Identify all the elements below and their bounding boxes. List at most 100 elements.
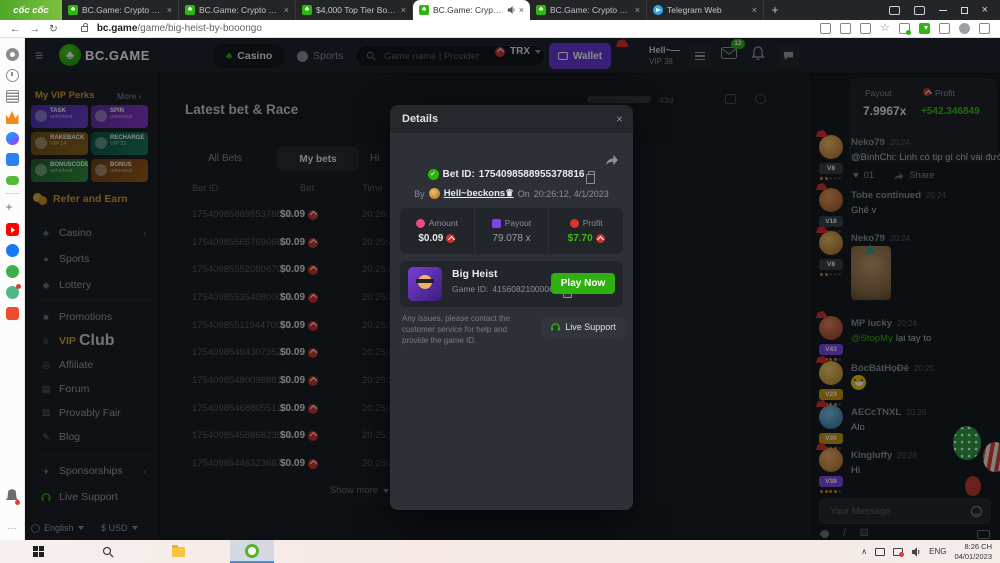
bet-timestamp: 20:26:12, 4/1/2023 [533,188,609,199]
file-explorer-button[interactable] [156,540,200,563]
modal-header: Details × [390,105,633,133]
windows-taskbar: ∧ ENG 8:26 CH 04/01/2023 [0,540,1000,563]
live-support-button[interactable]: Live Support [541,317,625,337]
snapshot-icon[interactable] [888,5,900,15]
browser-tab-4-active[interactable]: ♣ BC.Game: Crypto Casino × [413,0,530,20]
on-label: On [517,188,530,199]
display-icon[interactable] [875,547,886,556]
player-name[interactable]: Hell~beckons♛ [444,188,514,199]
shopping-cart-icon[interactable] [5,307,19,320]
tab-close-icon[interactable]: × [167,5,172,15]
modal-body: ✓ Bet ID: 1754098588955378816 By Hell~be… [390,133,633,510]
browser-tab-bar: cốc cốc ♣ BC.Game: Crypto Casino Gan × ♣… [0,0,1000,20]
telegram-favicon [653,5,663,15]
bcgame-favicon: ♣ [68,5,78,15]
hidden-icons-caret[interactable]: ∧ [861,547,867,556]
language-indicator[interactable]: ENG [929,547,946,556]
send-to-device-icon[interactable] [820,23,832,34]
games-icon[interactable] [5,176,19,185]
notification-dot [14,500,20,505]
folder-icon [171,544,185,557]
extensions-icon[interactable] [939,23,950,34]
bet-meta-row: By Hell~beckons♛ On 20:26:12, 4/1/2023 [390,188,633,199]
coccoc-icon [245,543,259,558]
new-tab-button[interactable]: + [764,0,786,20]
tab-close-icon[interactable]: × [401,5,406,15]
bcgame-favicon: ♣ [536,5,546,15]
browser-tab-3[interactable]: ♣ $4,000 Top Tier Booongo Mu × [296,0,413,20]
share-bet-icon[interactable] [604,153,619,166]
settings-gear-icon[interactable] [5,48,19,61]
search-icon [102,546,114,557]
lock-icon[interactable] [80,22,88,32]
address-bar: ← → ↻ bc.game/game/big-heist-by-booongo … [0,20,1000,38]
trx-coin-icon [595,234,605,243]
maximize-button[interactable] [960,6,968,14]
taskbar-search[interactable] [86,540,130,563]
tab-close-icon[interactable]: × [635,5,640,15]
crown-icon[interactable] [5,111,19,124]
minimize-button[interactable] [938,9,947,11]
tab-close-icon[interactable]: × [752,5,757,15]
game-name: Big Heist [452,268,498,280]
close-window-button[interactable]: × [982,4,988,16]
play-now-button[interactable]: Play Now [551,273,615,294]
tab-close-icon[interactable]: × [284,5,289,15]
zalo-icon[interactable] [5,153,19,166]
reading-list-icon[interactable] [5,90,19,103]
browser-tab-telegram[interactable]: Telegram Web × [647,0,764,20]
history-icon[interactable] [5,69,19,82]
volume-icon[interactable] [911,547,921,557]
tab-audio-icon[interactable] [507,6,515,14]
download-manager-icon[interactable] [919,23,930,34]
bookmark-star-icon[interactable]: ☆ [880,23,890,34]
share-icon[interactable] [860,23,872,34]
bcgame-page: ≡ ♣ BC.GAME ♣ Casino Sports TRX [25,38,1000,540]
forward-icon[interactable]: → [30,23,41,35]
green-app-icon[interactable] [5,265,19,278]
add-shortcut-icon[interactable]: + [6,201,19,215]
modal-close-icon[interactable]: × [616,112,623,126]
bet-details-modal: Details × ✓ Bet ID: 1754098588955378816 … [390,105,633,510]
tab-close-icon[interactable]: × [519,5,524,15]
more-options-icon[interactable]: ⋯ [8,523,17,534]
browser-tab-2[interactable]: ♣ BC.Game: Crypto Casino Gan × [179,0,296,20]
bet-id-label: Bet ID: [442,169,475,180]
green-app-notification-icon[interactable] [5,284,21,299]
profit-stat: Profit $7.70 [548,208,623,254]
trx-coin-icon [446,234,456,243]
copy-icon[interactable] [586,170,596,184]
player-avatar[interactable] [428,188,440,199]
back-icon[interactable]: ← [10,23,21,35]
payout-stat: Payout 79.078 x [473,208,549,254]
profile-icon[interactable] [959,23,970,34]
start-button[interactable] [16,540,60,563]
facebook-icon[interactable] [5,244,19,257]
browser-tab-5[interactable]: ♣ BC.Game: Crypto Casino Gar × [530,0,647,20]
support-note: Any issues, please contact the customer … [402,314,511,346]
bet-id-value: 1754098588955378816 [478,169,585,180]
boss-key-icon[interactable] [913,5,925,15]
translate-icon[interactable] [840,23,852,34]
coccoc-taskbar-button[interactable] [230,540,274,563]
amount-icon [415,218,425,228]
bcgame-favicon: ♣ [302,5,312,15]
coccoc-logo[interactable]: cốc cốc [0,0,62,20]
reload-icon[interactable]: ↻ [49,23,58,35]
extension-badge-icon[interactable] [899,23,911,35]
url-text[interactable]: bc.game/game/big-heist-by-booongo [97,23,262,34]
divider [4,193,20,194]
bcgame-favicon: ♣ [185,5,195,15]
browser-tab-1[interactable]: ♣ BC.Game: Crypto Casino Gan × [62,0,179,20]
toolbar-icons: ☆ [820,23,990,35]
bcgame-favicon: ♣ [419,5,429,15]
bet-id-row: ✓ Bet ID: 1754098588955378816 [390,169,633,184]
downloads-icon[interactable] [979,23,990,34]
taskbar-clock[interactable]: 8:26 CH 04/01/2023 [954,542,992,562]
big-heist-thumbnail[interactable] [408,267,442,301]
messenger-icon[interactable] [5,132,19,145]
headset-icon [551,323,561,331]
amount-stat: Amount $0.09 [400,208,474,254]
notification-app-icon[interactable] [893,547,905,557]
youtube-icon[interactable] [5,223,19,236]
